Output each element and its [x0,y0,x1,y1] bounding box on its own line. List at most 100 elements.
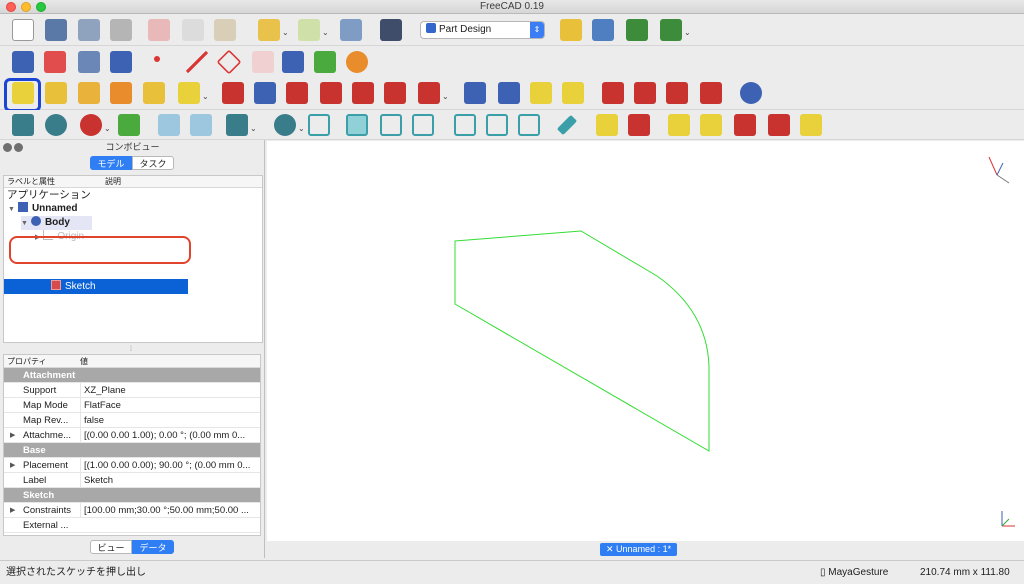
property-value[interactable]: false [80,413,258,428]
draft-icon[interactable] [666,82,688,104]
back-icon[interactable] [158,114,180,136]
property-value[interactable]: XZ_Plane [80,383,258,398]
datum-point-icon[interactable] [154,56,160,62]
fit-all-icon[interactable] [12,114,34,136]
export-dropdown-icon[interactable]: ⌄ [684,28,691,37]
tree-item-sketch[interactable]: Sketch [4,279,188,294]
copy-icon[interactable] [182,19,204,41]
datum-line-icon[interactable] [186,51,208,73]
fillet-icon[interactable] [602,82,624,104]
forward-icon[interactable] [190,114,212,136]
clone-icon[interactable] [346,51,368,73]
tab-data[interactable]: データ [132,540,174,554]
redo-dropdown-icon[interactable]: ⌄ [322,28,329,37]
close-panel-icon[interactable] [3,143,12,152]
undo-icon[interactable] [258,19,280,41]
fit-selection-icon[interactable] [45,114,67,136]
standard-views-icon[interactable] [274,114,296,136]
attach-sketch-icon[interactable] [78,51,100,73]
bottom-view-icon[interactable] [486,114,508,136]
linear-pattern-icon[interactable] [498,82,520,104]
pocket-icon[interactable] [222,82,244,104]
property-group-sketch[interactable]: Sketch [4,488,260,503]
macro-icon[interactable] [560,19,582,41]
check-geometry-icon[interactable] [596,114,618,136]
standard-views-dropdown-icon[interactable]: ⌄ [298,124,305,133]
save-document-icon[interactable] [78,19,100,41]
left-view-icon[interactable] [518,114,540,136]
boolean-check-icon[interactable] [628,114,650,136]
expand-arrow-icon[interactable]: ▶ [10,458,15,473]
chamfer-icon[interactable] [634,82,656,104]
additive-primitive-dropdown-icon[interactable]: ⌄ [202,92,209,101]
expand-triangle-icon[interactable]: ▼ [21,220,28,227]
close-tab-icon[interactable]: ✕ [606,544,616,554]
property-value[interactable]: [(1.00 0.00 0.00); 90.00 °; (0.00 mm 0..… [80,458,258,473]
bounding-box-icon[interactable] [118,114,140,136]
groove-icon[interactable] [286,82,308,104]
subtractive-pipe-icon[interactable] [352,82,374,104]
property-value[interactable]: FlatFace [80,398,258,413]
additive-primitive-icon[interactable] [178,82,200,104]
top-view-icon[interactable] [380,114,402,136]
subtractive-helix-icon[interactable] [384,82,406,104]
tab-task[interactable]: タスク [132,156,174,170]
multi-transform-icon[interactable] [562,82,584,104]
tree-item-body[interactable]: ▼ Body [21,216,92,230]
revolution-icon[interactable] [45,82,67,104]
property-row-constraints[interactable]: ▶ Constraints [100.00 mm;30.00 °;50.00 mm;… [4,503,260,518]
property-group-attachment[interactable]: Attachment [4,368,260,383]
vertex-filter-icon[interactable] [800,114,822,136]
property-value[interactable]: [100.00 mm;30.00 °;50.00 mm;50.00 ... [80,503,258,518]
datum-plane-icon[interactable] [216,49,242,75]
document-tab[interactable]: ✕ Unnamed : 1* [600,543,678,556]
whats-this-icon[interactable] [380,19,402,41]
property-row-map-mode[interactable]: Map Mode FlatFace [4,398,260,413]
right-view-icon[interactable] [412,114,434,136]
face-filter-icon[interactable] [734,114,756,136]
polar-pattern-icon[interactable] [530,82,552,104]
workbench-selector[interactable]: Part Design ⇕ [420,21,545,39]
redo-icon[interactable] [298,19,320,41]
property-value[interactable]: Sketch [80,473,258,488]
part-body-icon[interactable] [12,51,34,73]
export-all-icon[interactable] [660,19,682,41]
paste-icon[interactable] [214,19,236,41]
additive-helix-icon[interactable] [143,82,165,104]
validate-sketch-icon[interactable] [110,51,132,73]
draw-style-dropdown-icon[interactable]: ⌄ [104,124,111,133]
create-sketch-icon[interactable] [44,51,66,73]
isometric-view-icon[interactable] [308,114,330,136]
tab-model[interactable]: モデル [90,156,132,170]
folder-icon[interactable] [592,19,614,41]
navigation-dropdown-icon[interactable]: ⌄ [250,124,257,133]
edge-filter-icon[interactable] [768,114,790,136]
property-group-base[interactable]: Base [4,443,260,458]
draw-style-icon[interactable] [80,114,102,136]
clear-filter-icon[interactable] [700,114,722,136]
property-row-external[interactable]: External ... [4,518,260,533]
float-panel-icon[interactable] [14,143,23,152]
measure-icon[interactable] [556,114,578,136]
expand-arrow-icon[interactable]: ▶ [10,503,15,518]
navigation-style[interactable]: ▯ MayaGesture [820,561,888,584]
sketch-canvas[interactable] [267,141,1024,541]
boolean-icon[interactable] [740,82,762,104]
property-row-map-reversed[interactable]: Map Rev... false [4,413,260,428]
subshape-binder-icon[interactable] [314,51,336,73]
expand-arrow-icon[interactable]: ▶ [10,428,15,443]
hole-icon[interactable] [254,82,276,104]
property-row-label[interactable]: Label Sketch [4,473,260,488]
property-row-attachment-offset[interactable]: ▶ Attachme... [(0.00 0.00 1.00); 0.00 °; (… [4,428,260,443]
subtractive-primitive-icon[interactable] [418,82,440,104]
refresh-icon[interactable] [340,19,362,41]
panel-splitter[interactable]: ⁞ [130,346,132,353]
property-row-support[interactable]: Support XZ_Plane [4,383,260,398]
export-icon[interactable] [626,19,648,41]
subtractive-primitive-dropdown-icon[interactable]: ⌄ [442,92,449,101]
undo-dropdown-icon[interactable]: ⌄ [282,28,289,37]
property-row-placement[interactable]: ▶ Placement [(1.00 0.00 0.00); 90.00 °; (0… [4,458,260,473]
expand-triangle-icon[interactable]: ▼ [8,206,15,213]
open-document-icon[interactable] [45,19,67,41]
mirrored-icon[interactable] [464,82,486,104]
